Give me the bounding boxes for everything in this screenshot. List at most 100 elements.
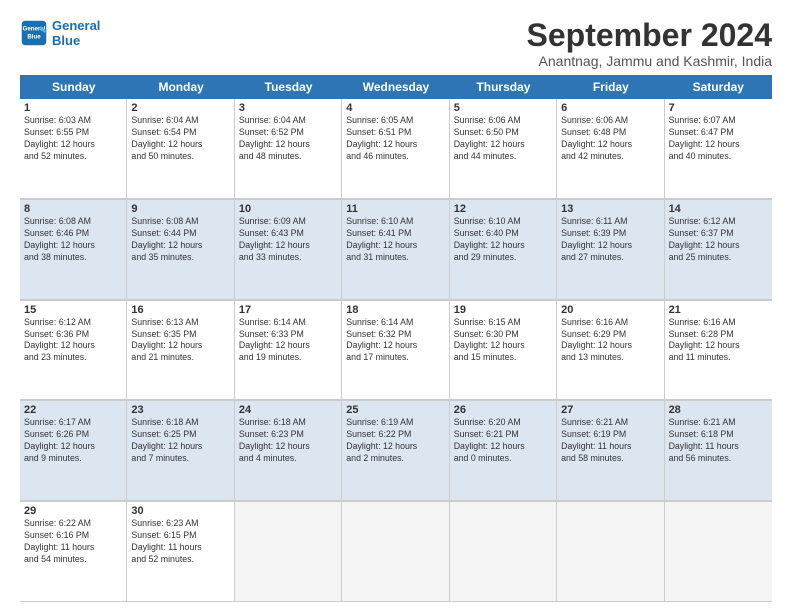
day-number: 30 xyxy=(131,505,229,517)
day-info: Sunrise: 6:21 AM Sunset: 6:18 PM Dayligh… xyxy=(669,417,768,465)
day-number: 15 xyxy=(24,304,122,316)
calendar-day-cell: 6Sunrise: 6:06 AM Sunset: 6:48 PM Daylig… xyxy=(557,99,664,199)
location: Anantnag, Jammu and Kashmir, India xyxy=(527,53,772,69)
calendar-day-cell: 30Sunrise: 6:23 AM Sunset: 6:15 PM Dayli… xyxy=(127,502,234,602)
weekday-header: Friday xyxy=(557,75,664,99)
weekday-header: Saturday xyxy=(665,75,772,99)
calendar-day-cell: 17Sunrise: 6:14 AM Sunset: 6:33 PM Dayli… xyxy=(235,301,342,401)
calendar-day-cell: 19Sunrise: 6:15 AM Sunset: 6:30 PM Dayli… xyxy=(450,301,557,401)
calendar: SundayMondayTuesdayWednesdayThursdayFrid… xyxy=(20,75,772,602)
calendar-week-row: 8Sunrise: 6:08 AM Sunset: 6:46 PM Daylig… xyxy=(20,200,772,301)
day-info: Sunrise: 6:11 AM Sunset: 6:39 PM Dayligh… xyxy=(561,216,659,264)
calendar-day-cell: 25Sunrise: 6:19 AM Sunset: 6:22 PM Dayli… xyxy=(342,401,449,501)
page: General Blue General Blue September 2024… xyxy=(0,0,792,612)
day-info: Sunrise: 6:15 AM Sunset: 6:30 PM Dayligh… xyxy=(454,317,552,365)
day-info: Sunrise: 6:16 AM Sunset: 6:29 PM Dayligh… xyxy=(561,317,659,365)
calendar-day-cell: 13Sunrise: 6:11 AM Sunset: 6:39 PM Dayli… xyxy=(557,200,664,300)
header: General Blue General Blue September 2024… xyxy=(20,18,772,69)
day-info: Sunrise: 6:06 AM Sunset: 6:50 PM Dayligh… xyxy=(454,115,552,163)
calendar-day-cell: 16Sunrise: 6:13 AM Sunset: 6:35 PM Dayli… xyxy=(127,301,234,401)
day-info: Sunrise: 6:21 AM Sunset: 6:19 PM Dayligh… xyxy=(561,417,659,465)
day-info: Sunrise: 6:09 AM Sunset: 6:43 PM Dayligh… xyxy=(239,216,337,264)
calendar-day-cell: 20Sunrise: 6:16 AM Sunset: 6:29 PM Dayli… xyxy=(557,301,664,401)
calendar-day-cell: 22Sunrise: 6:17 AM Sunset: 6:26 PM Dayli… xyxy=(20,401,127,501)
day-info: Sunrise: 6:03 AM Sunset: 6:55 PM Dayligh… xyxy=(24,115,122,163)
day-number: 13 xyxy=(561,203,659,215)
day-number: 14 xyxy=(669,203,768,215)
day-info: Sunrise: 6:10 AM Sunset: 6:40 PM Dayligh… xyxy=(454,216,552,264)
day-info: Sunrise: 6:14 AM Sunset: 6:33 PM Dayligh… xyxy=(239,317,337,365)
day-info: Sunrise: 6:13 AM Sunset: 6:35 PM Dayligh… xyxy=(131,317,229,365)
day-number: 18 xyxy=(346,304,444,316)
day-info: Sunrise: 6:06 AM Sunset: 6:48 PM Dayligh… xyxy=(561,115,659,163)
calendar-day-cell: 5Sunrise: 6:06 AM Sunset: 6:50 PM Daylig… xyxy=(450,99,557,199)
calendar-day-cell: 26Sunrise: 6:20 AM Sunset: 6:21 PM Dayli… xyxy=(450,401,557,501)
calendar-day-cell: 24Sunrise: 6:18 AM Sunset: 6:23 PM Dayli… xyxy=(235,401,342,501)
day-number: 17 xyxy=(239,304,337,316)
calendar-day-cell: 7Sunrise: 6:07 AM Sunset: 6:47 PM Daylig… xyxy=(665,99,772,199)
day-number: 12 xyxy=(454,203,552,215)
day-info: Sunrise: 6:05 AM Sunset: 6:51 PM Dayligh… xyxy=(346,115,444,163)
title-block: September 2024 Anantnag, Jammu and Kashm… xyxy=(527,18,772,69)
day-number: 19 xyxy=(454,304,552,316)
day-number: 4 xyxy=(346,102,444,114)
weekday-header: Tuesday xyxy=(235,75,342,99)
day-info: Sunrise: 6:08 AM Sunset: 6:44 PM Dayligh… xyxy=(131,216,229,264)
month-title: September 2024 xyxy=(527,18,772,53)
day-info: Sunrise: 6:10 AM Sunset: 6:41 PM Dayligh… xyxy=(346,216,444,264)
day-number: 16 xyxy=(131,304,229,316)
day-number: 21 xyxy=(669,304,768,316)
day-info: Sunrise: 6:08 AM Sunset: 6:46 PM Dayligh… xyxy=(24,216,122,264)
day-number: 20 xyxy=(561,304,659,316)
weekday-header: Sunday xyxy=(20,75,127,99)
day-number: 29 xyxy=(24,505,122,517)
day-number: 6 xyxy=(561,102,659,114)
calendar-day-cell: 27Sunrise: 6:21 AM Sunset: 6:19 PM Dayli… xyxy=(557,401,664,501)
calendar-day-cell: 23Sunrise: 6:18 AM Sunset: 6:25 PM Dayli… xyxy=(127,401,234,501)
calendar-day-cell: 21Sunrise: 6:16 AM Sunset: 6:28 PM Dayli… xyxy=(665,301,772,401)
calendar-empty-cell xyxy=(665,502,772,602)
calendar-day-cell: 1Sunrise: 6:03 AM Sunset: 6:55 PM Daylig… xyxy=(20,99,127,199)
calendar-empty-cell xyxy=(557,502,664,602)
calendar-day-cell: 12Sunrise: 6:10 AM Sunset: 6:40 PM Dayli… xyxy=(450,200,557,300)
logo: General Blue General Blue xyxy=(20,18,100,48)
day-number: 27 xyxy=(561,404,659,416)
calendar-day-cell: 2Sunrise: 6:04 AM Sunset: 6:54 PM Daylig… xyxy=(127,99,234,199)
calendar-week-row: 29Sunrise: 6:22 AM Sunset: 6:16 PM Dayli… xyxy=(20,502,772,602)
logo-text: General Blue xyxy=(52,18,100,48)
day-info: Sunrise: 6:19 AM Sunset: 6:22 PM Dayligh… xyxy=(346,417,444,465)
day-info: Sunrise: 6:04 AM Sunset: 6:54 PM Dayligh… xyxy=(131,115,229,163)
calendar-day-cell: 11Sunrise: 6:10 AM Sunset: 6:41 PM Dayli… xyxy=(342,200,449,300)
day-number: 25 xyxy=(346,404,444,416)
day-number: 1 xyxy=(24,102,122,114)
day-number: 3 xyxy=(239,102,337,114)
calendar-week-row: 22Sunrise: 6:17 AM Sunset: 6:26 PM Dayli… xyxy=(20,401,772,502)
calendar-day-cell: 3Sunrise: 6:04 AM Sunset: 6:52 PM Daylig… xyxy=(235,99,342,199)
day-info: Sunrise: 6:23 AM Sunset: 6:15 PM Dayligh… xyxy=(131,518,229,566)
calendar-header: SundayMondayTuesdayWednesdayThursdayFrid… xyxy=(20,75,772,99)
logo-icon: General Blue xyxy=(20,19,48,47)
calendar-day-cell: 15Sunrise: 6:12 AM Sunset: 6:36 PM Dayli… xyxy=(20,301,127,401)
calendar-day-cell: 28Sunrise: 6:21 AM Sunset: 6:18 PM Dayli… xyxy=(665,401,772,501)
calendar-day-cell: 4Sunrise: 6:05 AM Sunset: 6:51 PM Daylig… xyxy=(342,99,449,199)
calendar-body: 1Sunrise: 6:03 AM Sunset: 6:55 PM Daylig… xyxy=(20,99,772,602)
day-number: 28 xyxy=(669,404,768,416)
calendar-day-cell: 9Sunrise: 6:08 AM Sunset: 6:44 PM Daylig… xyxy=(127,200,234,300)
calendar-day-cell: 29Sunrise: 6:22 AM Sunset: 6:16 PM Dayli… xyxy=(20,502,127,602)
calendar-empty-cell xyxy=(342,502,449,602)
day-info: Sunrise: 6:18 AM Sunset: 6:25 PM Dayligh… xyxy=(131,417,229,465)
day-info: Sunrise: 6:12 AM Sunset: 6:36 PM Dayligh… xyxy=(24,317,122,365)
day-number: 10 xyxy=(239,203,337,215)
day-number: 9 xyxy=(131,203,229,215)
day-number: 24 xyxy=(239,404,337,416)
calendar-week-row: 15Sunrise: 6:12 AM Sunset: 6:36 PM Dayli… xyxy=(20,301,772,402)
day-number: 2 xyxy=(131,102,229,114)
day-info: Sunrise: 6:22 AM Sunset: 6:16 PM Dayligh… xyxy=(24,518,122,566)
day-info: Sunrise: 6:20 AM Sunset: 6:21 PM Dayligh… xyxy=(454,417,552,465)
day-number: 26 xyxy=(454,404,552,416)
day-info: Sunrise: 6:17 AM Sunset: 6:26 PM Dayligh… xyxy=(24,417,122,465)
calendar-day-cell: 14Sunrise: 6:12 AM Sunset: 6:37 PM Dayli… xyxy=(665,200,772,300)
day-number: 23 xyxy=(131,404,229,416)
day-number: 5 xyxy=(454,102,552,114)
day-number: 7 xyxy=(669,102,768,114)
